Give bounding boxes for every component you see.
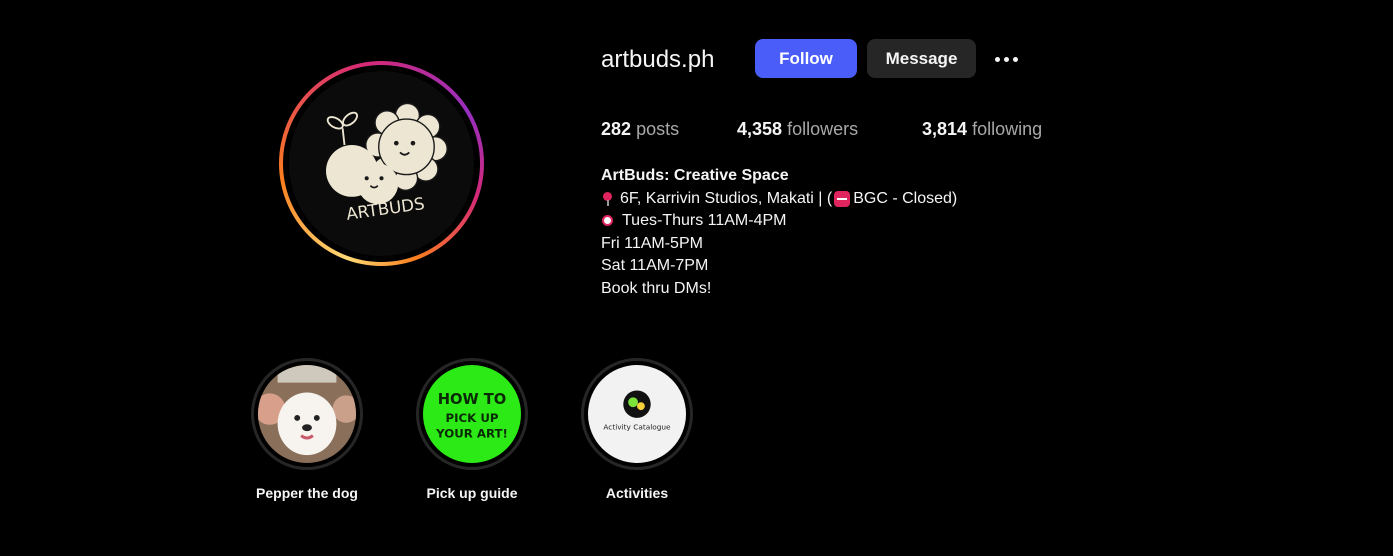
bio-hours-3: Sat 11AM-7PM xyxy=(601,257,709,274)
followers-label: followers xyxy=(787,119,859,139)
profile-username: artbuds.ph xyxy=(601,46,715,73)
highlight-label: Activities xyxy=(605,485,669,501)
posts-label: posts xyxy=(636,119,680,139)
following-link[interactable]: 3,814 following xyxy=(922,117,1042,141)
pick-up-guide-icon: HOW TO PICK UP YOUR ART! xyxy=(423,365,521,463)
svg-text:YOUR ART!: YOUR ART! xyxy=(435,427,508,441)
following-label: following xyxy=(972,119,1043,139)
artbuds-logo-icon: ARTBUDS xyxy=(289,71,474,256)
highlight-activities[interactable]: Activity Catalogue Activities xyxy=(581,358,693,501)
alarm-clock-icon xyxy=(601,213,615,229)
stop-sign-icon xyxy=(834,190,851,207)
bio-hours-1: Tues-Thurs 11AM-4PM xyxy=(601,210,1121,233)
posts-count: 282 posts xyxy=(601,117,679,141)
message-button[interactable]: Message xyxy=(867,39,976,78)
dog-photo-icon xyxy=(258,365,356,463)
bio-location-text: 6F, Karrivin Studios, Makati | ( xyxy=(620,189,833,207)
bio-name: ArtBuds: Creative Space xyxy=(601,167,789,184)
bio-cta: Book thru DMs! xyxy=(601,279,712,297)
svg-text:PICK UP: PICK UP xyxy=(446,411,499,425)
bio-location: 6F, Karrivin Studios, Makati | ( BGC - C… xyxy=(601,188,1121,211)
profile-page: ARTBUDS artbuds.ph Follow Message 282 po… xyxy=(0,0,1393,556)
posts-number: 282 xyxy=(601,119,632,139)
svg-text:HOW TO: HOW TO xyxy=(438,391,507,408)
highlight-label: Pick up guide xyxy=(426,485,518,501)
followers-number: 4,358 xyxy=(737,119,783,139)
bio-hours-1-text: Tues-Thurs 11AM-4PM xyxy=(622,212,787,229)
profile-avatar[interactable]: ARTBUDS xyxy=(279,61,484,266)
activity-catalogue-icon: Activity Catalogue xyxy=(588,365,686,463)
svg-text:Activity Catalogue: Activity Catalogue xyxy=(603,423,671,432)
profile-bio: ArtBuds: Creative Space 6F, Karrivin Stu… xyxy=(601,165,1121,300)
highlight-pick-up-guide[interactable]: HOW TO PICK UP YOUR ART! Pick up guide xyxy=(416,358,528,501)
bio-hours-2: Fri 11AM-5PM xyxy=(601,234,703,252)
follow-button[interactable]: Follow xyxy=(755,39,857,78)
followers-link[interactable]: 4,358 followers xyxy=(737,117,858,141)
pin-icon xyxy=(601,191,615,207)
bio-location-closed: BGC - Closed) xyxy=(853,189,958,207)
following-number: 3,814 xyxy=(922,119,968,139)
highlight-pepper-the-dog[interactable]: Pepper the dog xyxy=(251,358,363,501)
more-options-icon[interactable] xyxy=(990,46,1022,72)
highlight-label: Pepper the dog xyxy=(256,485,358,501)
